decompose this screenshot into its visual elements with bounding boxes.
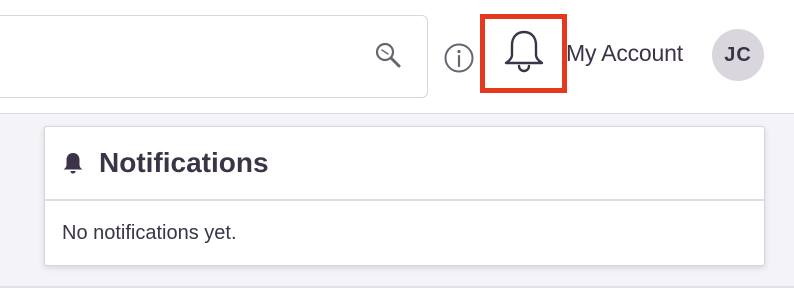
notifications-empty-message: No notifications yet.	[62, 222, 237, 244]
top-header: My Account JC	[0, 0, 794, 114]
notifications-dropdown: Notifications No notifications yet.	[44, 126, 765, 266]
bell-icon	[502, 28, 546, 79]
notifications-title: Notifications	[99, 147, 269, 178]
bell-filled-icon	[61, 151, 85, 175]
notifications-button[interactable]	[480, 14, 567, 93]
my-account-link[interactable]: My Account	[566, 40, 683, 67]
search-input[interactable]	[0, 15, 428, 98]
notifications-header: Notifications	[45, 127, 764, 201]
avatar[interactable]: JC	[712, 29, 764, 81]
search-icon[interactable]	[373, 40, 403, 70]
info-icon[interactable]	[443, 42, 475, 74]
